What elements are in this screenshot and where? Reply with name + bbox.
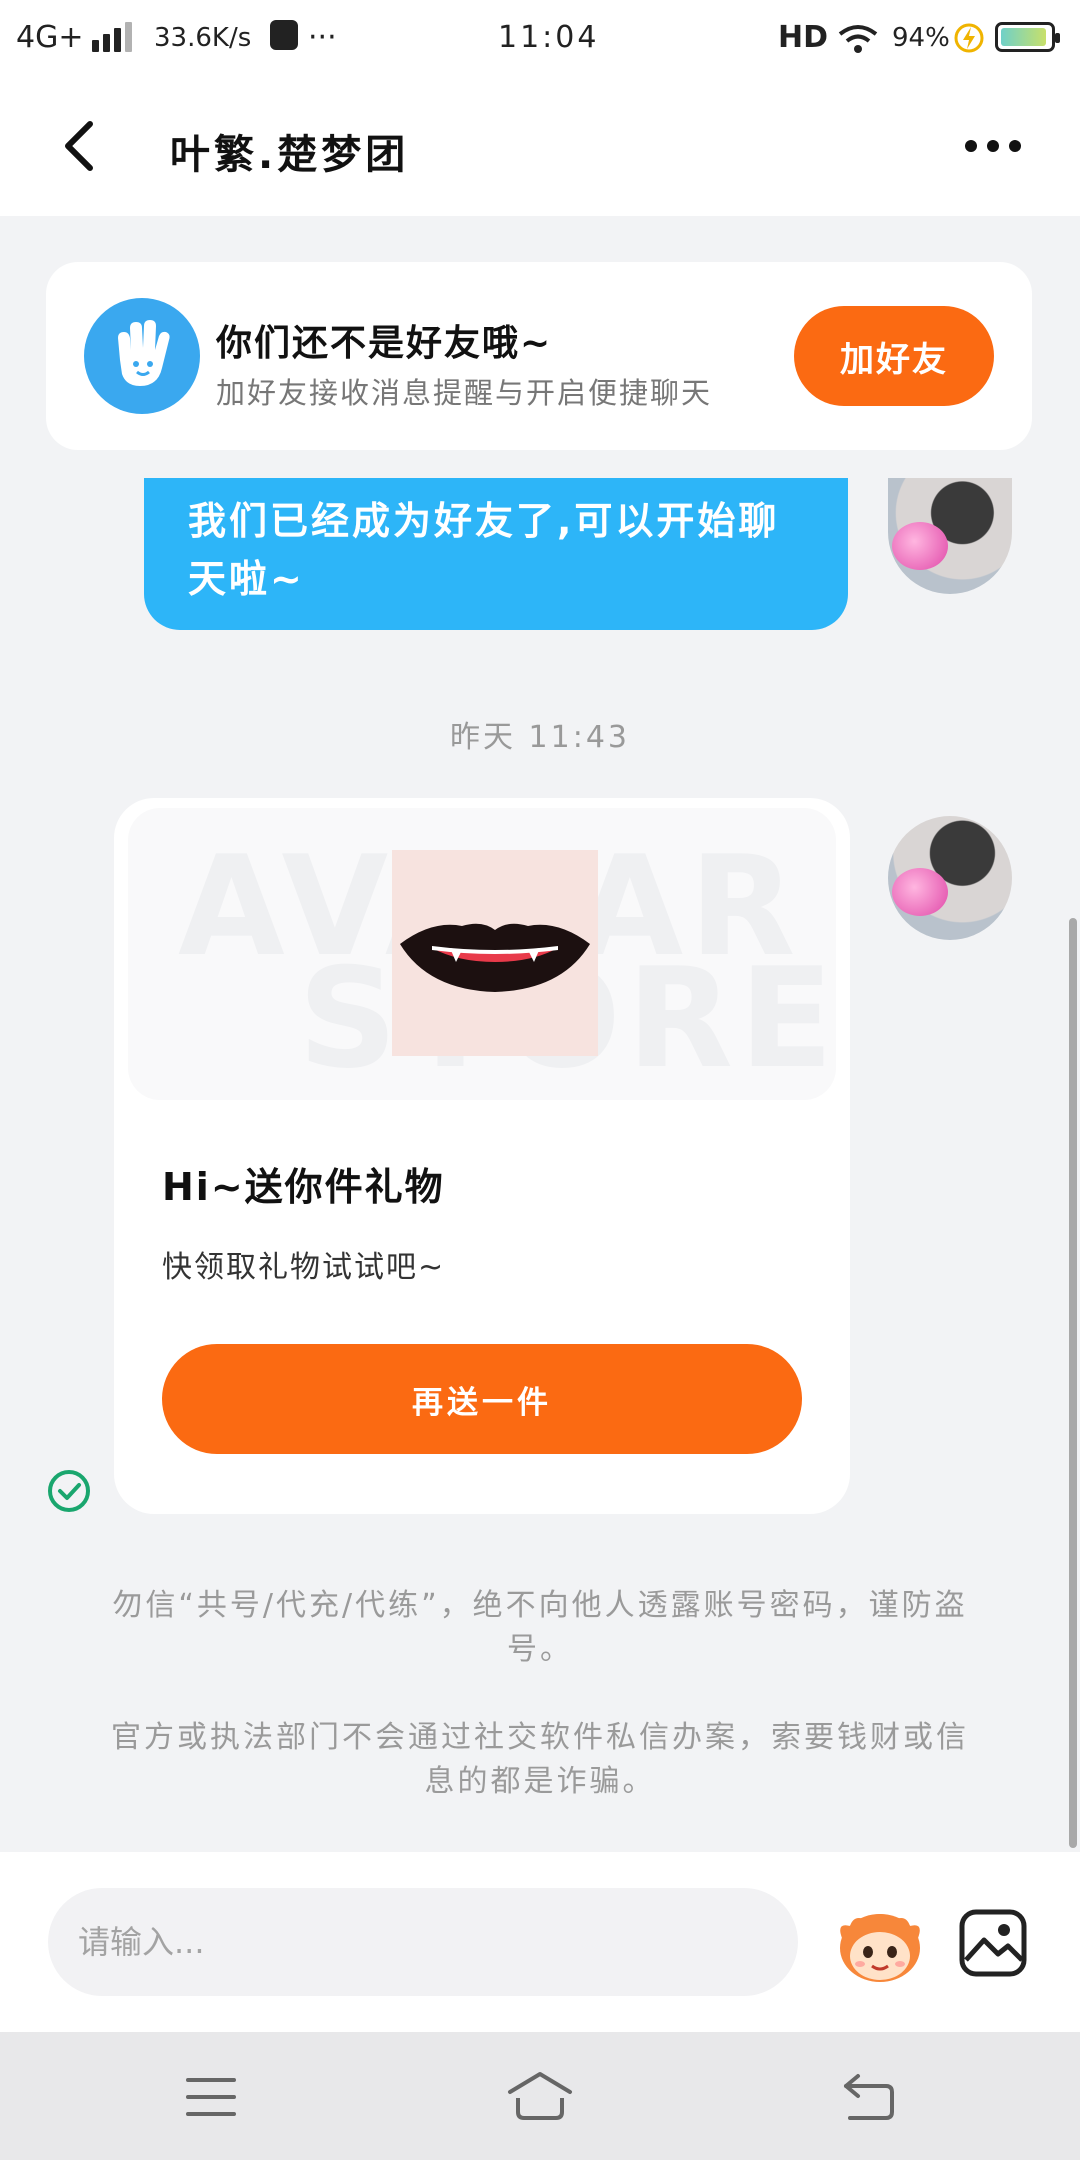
status-bar: 4G+ 33.6K/s ··· 11:04 HD 94% bbox=[0, 0, 1080, 78]
not-friends-title: 你们还不是好友哦~ bbox=[216, 323, 553, 364]
wifi-icon bbox=[838, 25, 878, 53]
message-composer bbox=[0, 1852, 1080, 2032]
gift-card[interactable]: AVATAR STORE Hi~送你件礼物 快领取礼物试试吧~ 再送一件 bbox=[114, 798, 850, 1514]
chat-header: 叶繁.楚梦团 bbox=[0, 78, 1080, 216]
add-friend-banner: 你们还不是好友哦~ 加好友接收消息提醒与开启便捷聊天 加好友 bbox=[46, 262, 1032, 450]
add-friend-button[interactable]: 加好友 bbox=[794, 306, 994, 406]
status-more: ··· bbox=[308, 20, 337, 55]
chat-title: 叶繁.楚梦团 bbox=[170, 132, 410, 178]
scrollbar[interactable] bbox=[1069, 918, 1077, 1848]
image-picker-icon[interactable] bbox=[958, 1908, 1028, 1978]
more-options-icon[interactable] bbox=[965, 138, 1025, 154]
avatar[interactable] bbox=[888, 816, 1012, 940]
back-arrow-icon[interactable] bbox=[52, 116, 112, 176]
clock: 11:04 bbox=[498, 20, 600, 55]
signal-icon bbox=[92, 22, 136, 52]
message-bubble[interactable]: 我们已经成为好友了,可以开始聊天啦~ bbox=[144, 478, 848, 630]
network-speed: 33.6K/s bbox=[154, 23, 252, 53]
system-nav-bar bbox=[0, 2032, 1080, 2160]
message-input[interactable] bbox=[48, 1888, 798, 1996]
home-icon[interactable] bbox=[504, 2070, 576, 2122]
wave-hand-icon bbox=[84, 298, 200, 414]
menu-icon[interactable] bbox=[184, 2074, 238, 2120]
network-type: 4G+ bbox=[16, 20, 84, 55]
notification-icon bbox=[270, 20, 298, 50]
gift-title: Hi~送你件礼物 bbox=[162, 1165, 445, 1209]
battery-percent: 94% bbox=[892, 23, 950, 53]
gift-subtitle: 快领取礼物试试吧~ bbox=[162, 1250, 446, 1285]
back-icon[interactable] bbox=[840, 2072, 896, 2122]
vampire-lips-image bbox=[392, 850, 598, 1056]
gift-preview: AVATAR STORE bbox=[128, 808, 836, 1100]
emoji-sticker-icon[interactable] bbox=[834, 1904, 926, 1984]
message-timestamp: 昨天 11:43 bbox=[450, 720, 630, 755]
charging-icon bbox=[954, 23, 984, 53]
not-friends-subtitle: 加好友接收消息提醒与开启便捷聊天 bbox=[216, 376, 713, 410]
sent-check-icon bbox=[48, 1470, 90, 1512]
security-notice: 勿信“共号/代充/代练”，绝不向他人透露账号密码，谨防盗号。 bbox=[112, 1588, 968, 1667]
hd-indicator: HD bbox=[778, 20, 829, 55]
battery-icon bbox=[995, 22, 1060, 52]
avatar[interactable] bbox=[888, 478, 1012, 594]
send-another-gift-button[interactable]: 再送一件 bbox=[162, 1344, 802, 1454]
fraud-notice: 官方或执法部门不会通过社交软件私信办案，索要钱财或信息的都是诈骗。 bbox=[111, 1720, 969, 1799]
